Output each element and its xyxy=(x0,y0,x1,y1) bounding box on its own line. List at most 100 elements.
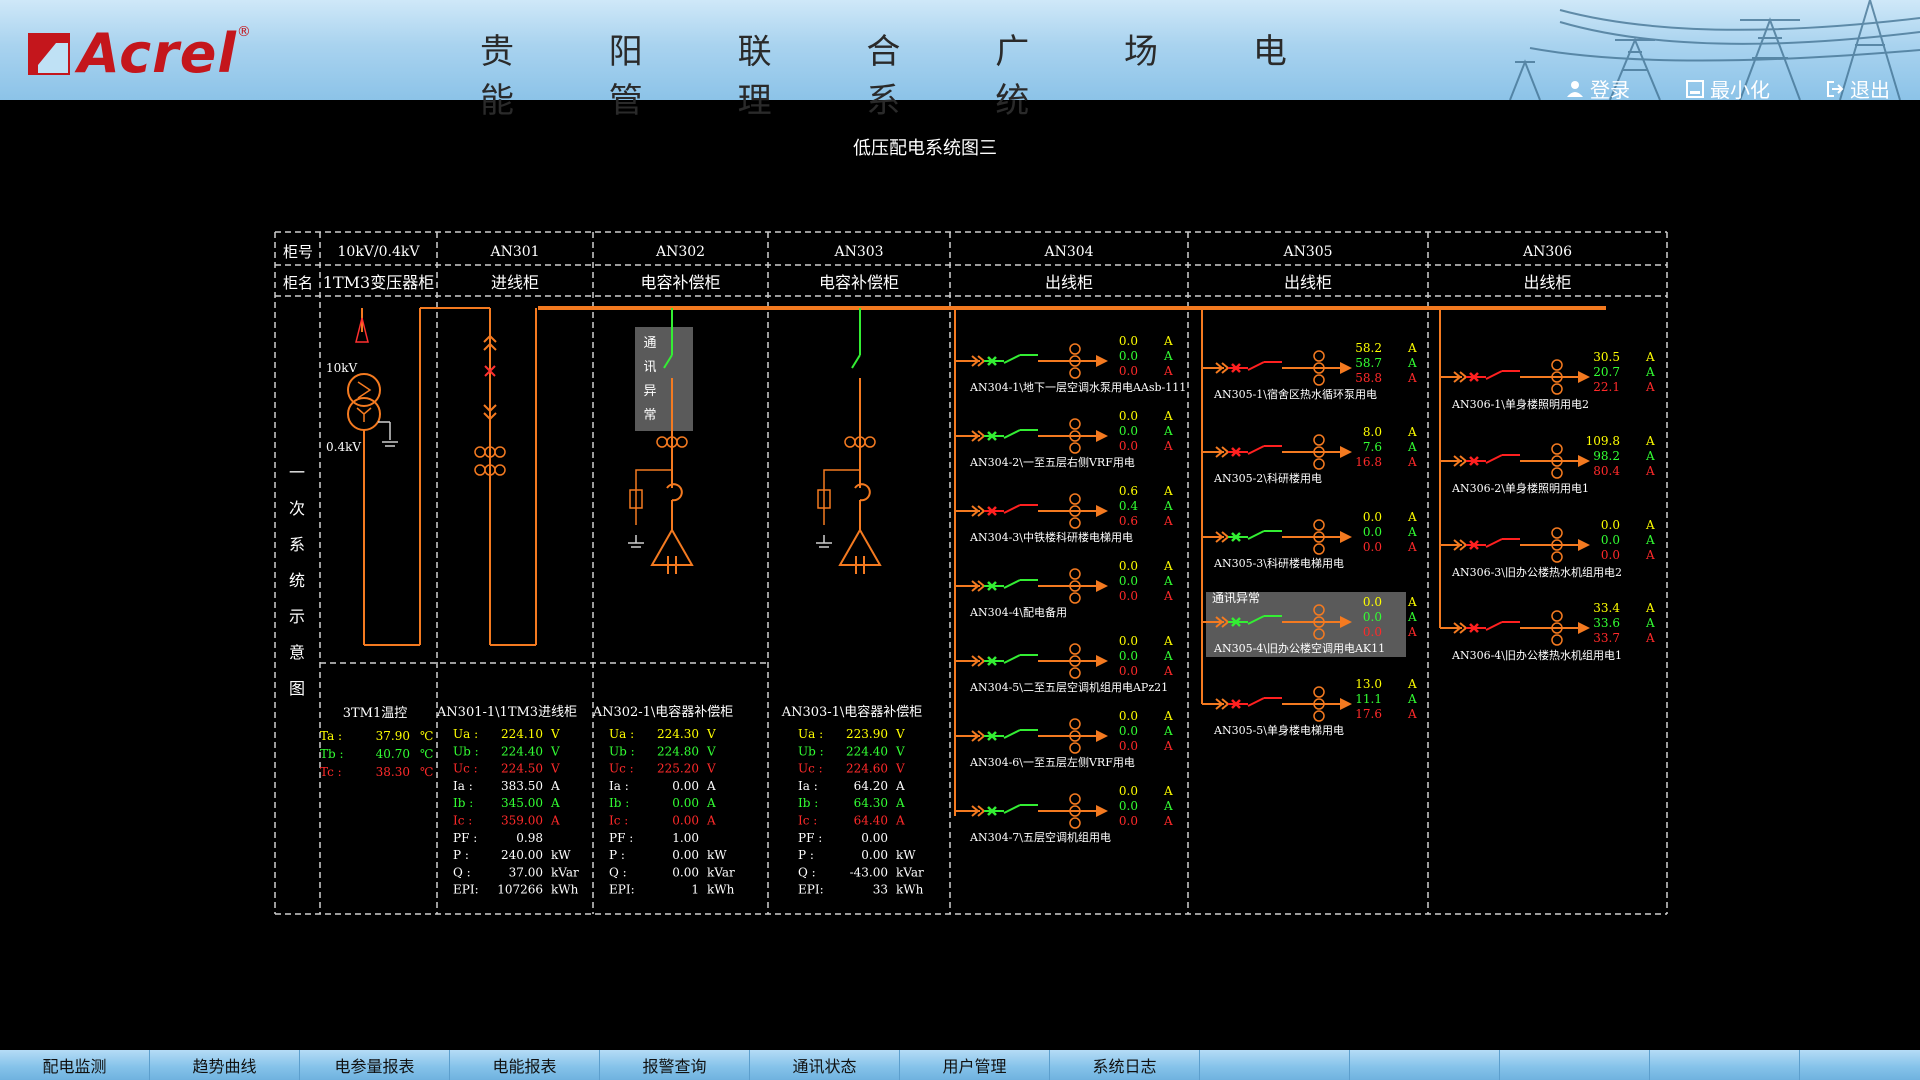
meter-0-unit-3: A xyxy=(550,779,560,793)
meter-2-unit-3: A xyxy=(895,779,905,793)
unit-a: A xyxy=(1407,540,1417,554)
current-transformer-icon xyxy=(1069,718,1081,730)
unit-a: A xyxy=(1163,334,1173,348)
current-transformer-icon xyxy=(1313,710,1325,722)
an306-1-phase-1: 98.2 xyxy=(1593,449,1620,463)
meter-1-label-5: Ic : xyxy=(609,814,628,828)
unit-a: A xyxy=(1645,350,1655,364)
current-transformer-icon xyxy=(1069,592,1081,604)
nav-empty-slot xyxy=(1200,1050,1350,1080)
switch-blade xyxy=(1003,504,1021,514)
an305-2-phase-2: 0.0 xyxy=(1363,540,1382,554)
temp-block-title: 3TM1温控 xyxy=(343,706,408,721)
cabinet-name-2: 电容补偿柜 xyxy=(640,273,720,292)
switch-blade xyxy=(1003,429,1021,439)
cabinet-name-6: 出线柜 xyxy=(1523,273,1571,292)
an304-5-phase-1: 0.0 xyxy=(1119,724,1138,738)
unit-a: A xyxy=(1163,499,1173,513)
meter-1-value-6: 1.00 xyxy=(672,831,699,845)
nav-item-2[interactable]: 电参量报表 xyxy=(300,1050,450,1080)
switch-blade xyxy=(1485,538,1503,548)
meter-0-value-2: 224.50 xyxy=(501,762,543,776)
unit-a: A xyxy=(1163,514,1173,528)
current-transformer-icon xyxy=(1313,434,1325,446)
side-label-char: 图 xyxy=(289,679,305,698)
nav-item-1[interactable]: 趋势曲线 xyxy=(150,1050,300,1080)
unit-a: A xyxy=(1645,380,1655,394)
meter-1-unit-4: A xyxy=(706,796,716,810)
feeder-arrow-icon xyxy=(1340,362,1352,374)
an304-0-phase-2: 0.0 xyxy=(1119,364,1138,378)
nav-item-0[interactable]: 配电监测 xyxy=(0,1050,150,1080)
current-transformer-icon xyxy=(1313,519,1325,531)
current-transformer-icon xyxy=(1551,383,1563,395)
an306-1-name: AN306-2\单身楼照明用电1 xyxy=(1451,481,1589,495)
meter-2-value-3: 64.20 xyxy=(854,779,888,793)
meter-2-label-5: Ic : xyxy=(798,814,817,828)
an304-4-phase-1: 0.0 xyxy=(1119,649,1138,663)
an305-0-name: AN305-1\宿舍区热水循环泵用电 xyxy=(1213,387,1377,401)
cabinet-no-6: AN306 xyxy=(1522,244,1572,260)
an306-1-phase-2: 80.4 xyxy=(1593,464,1620,478)
comm-error-text: 常 xyxy=(643,408,656,423)
unit-a: A xyxy=(1407,625,1417,639)
current-transformer-icon xyxy=(676,436,688,448)
unit-a: A xyxy=(1407,455,1417,469)
meter-1-unit-1: V xyxy=(706,744,716,758)
unit-a: A xyxy=(1407,610,1417,624)
current-transformer-icon xyxy=(1313,686,1325,698)
unit-a: A xyxy=(1645,449,1655,463)
meter-1-unit-9: kWh xyxy=(707,883,735,897)
unit-a: A xyxy=(1163,709,1173,723)
transformer-hv-label: 10kV xyxy=(326,361,358,375)
an304-0-phase-0: 0.0 xyxy=(1119,334,1138,348)
an304-4-phase-2: 0.0 xyxy=(1119,664,1138,678)
single-line-diagram: 柜号柜名 10kV/0.4kV 1TM3变压器柜 AN301 进线柜 AN302 电容补偿柜… xyxy=(274,231,1668,915)
unit-a: A xyxy=(1407,510,1417,524)
meter-0-label-8: Q : xyxy=(453,865,471,879)
temp-unit-0: ℃ xyxy=(420,729,433,743)
meter-2-label-0: Ua : xyxy=(798,727,823,741)
nav-item-6[interactable]: 用户管理 xyxy=(900,1050,1050,1080)
meter-0-unit-5: A xyxy=(550,814,560,828)
meter-2-value-9: 33 xyxy=(873,883,888,897)
switch-blade xyxy=(1003,579,1021,589)
an306-3-phase-2: 33.7 xyxy=(1593,631,1620,645)
unit-a: A xyxy=(1645,616,1655,630)
comm-error-text: 通 xyxy=(643,336,656,351)
unit-a: A xyxy=(1163,574,1173,588)
feeder-arrow-icon xyxy=(1096,655,1108,667)
nav-item-3[interactable]: 电能报表 xyxy=(450,1050,600,1080)
meter-0-unit-4: A xyxy=(550,796,560,810)
an305-4-phase-2: 17.6 xyxy=(1355,707,1382,721)
an306-0-phase-1: 20.7 xyxy=(1593,365,1620,379)
meter-1-value-7: 0.00 xyxy=(672,848,699,862)
an306-3-name: AN306-4\旧办公楼热水机组用电1 xyxy=(1451,648,1622,662)
current-transformer-icon xyxy=(1313,374,1325,386)
unit-a: A xyxy=(1645,601,1655,615)
feeder-arrow-icon xyxy=(1340,446,1352,458)
unit-a: A xyxy=(1163,589,1173,603)
unit-a: A xyxy=(1645,518,1655,532)
meter-2-unit-8: kVar xyxy=(896,865,924,879)
nav-item-7[interactable]: 系统日志 xyxy=(1050,1050,1200,1080)
an306-0-name: AN306-1\单身楼照明用电2 xyxy=(1451,397,1589,411)
an304-6-name: AN304-7\五层空调机组用电 xyxy=(969,830,1111,844)
nav-item-4[interactable]: 报警查询 xyxy=(600,1050,750,1080)
switch-blade xyxy=(1247,530,1265,540)
nav-item-5[interactable]: 通讯状态 xyxy=(750,1050,900,1080)
current-transformer-icon xyxy=(494,464,506,476)
meter-2-value-0: 223.90 xyxy=(846,727,888,741)
meter-0-unit-8: kVar xyxy=(551,865,579,879)
temp-value-2: 38.30 xyxy=(376,765,410,779)
an304-6-phase-0: 0.0 xyxy=(1119,784,1138,798)
meter-1-label-7: P : xyxy=(609,848,625,862)
an306-3-phase-0: 33.4 xyxy=(1593,601,1620,615)
an304-4-phase-0: 0.0 xyxy=(1119,634,1138,648)
current-transformer-icon xyxy=(1551,634,1563,646)
unit-a: A xyxy=(1163,634,1173,648)
unit-a: A xyxy=(1407,356,1417,370)
an305-4-phase-0: 13.0 xyxy=(1355,677,1382,691)
unit-a: A xyxy=(1163,784,1173,798)
feeder-arrow-icon xyxy=(1578,622,1590,634)
